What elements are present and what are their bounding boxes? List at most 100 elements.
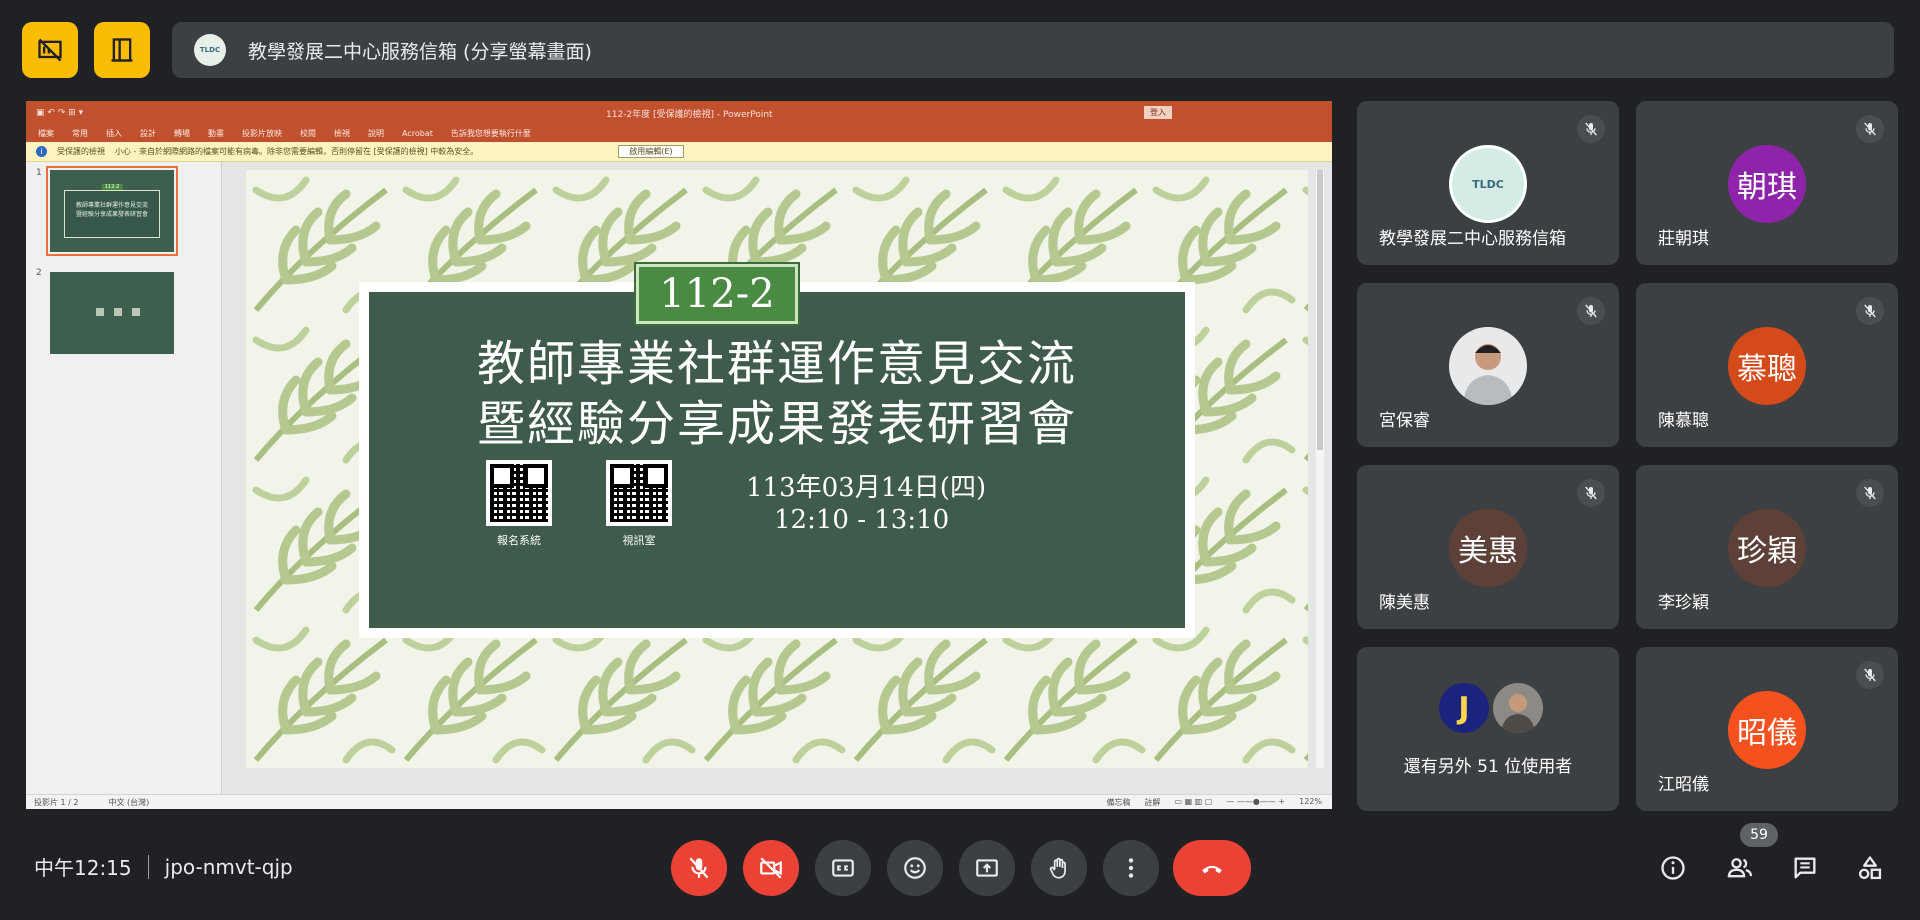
ppt-tab: 檢視: [334, 128, 350, 138]
info-icon: i: [36, 146, 47, 157]
protected-view-text: 小心 - 來自於網際網路的檔案可能有病毒。除非您需要編輯，否則停留在 [受保護的…: [115, 147, 479, 156]
more-participants-label: 還有另外 51 位使用者: [1403, 757, 1573, 777]
participant-tile[interactable]: 美惠 陳美惠: [1357, 465, 1619, 629]
present-off-icon: [38, 38, 62, 62]
clock: 中午12:15: [34, 856, 132, 880]
mic-off-icon: [1577, 115, 1605, 143]
ppt-tab: 校閱: [300, 128, 316, 138]
ppt-workspace: 1 教師專業社群運作意見交流 暨經驗分享成果發表研習會 112-2 2 112-…: [26, 162, 1332, 794]
slide-date-line1: 113年03月14日(四): [746, 473, 987, 503]
people-count-badge: 59: [1740, 823, 1778, 847]
slide-title: 教師專業社群運作意見交流 暨經驗分享成果發表研習會: [359, 334, 1195, 454]
ppt-quick-access: ▣ ↶ ↷ ⊞ ▾: [36, 107, 84, 118]
raise-hand-icon: [1049, 857, 1066, 879]
meeting-details-button[interactable]: [1655, 850, 1691, 886]
ppt-tab: 常用: [72, 128, 88, 138]
qr-registration: [486, 460, 552, 526]
people-button[interactable]: [1722, 850, 1758, 886]
present-button[interactable]: [959, 840, 1015, 896]
status-zoom: 122%: [1299, 796, 1322, 806]
participant-tile[interactable]: 慕聰 陳慕聰: [1636, 283, 1898, 447]
participant-avatar: 昭儀: [1728, 691, 1806, 769]
ppt-title-bar: ▣ ↶ ↷ ⊞ ▾ 112-2年度 [受保護的檢視] - PowerPoint …: [26, 101, 1332, 124]
mic-off-icon: [689, 857, 709, 879]
meeting-code: jpo-nmvt-qjp: [164, 854, 293, 879]
ppt-tab: 動畫: [208, 128, 224, 138]
activities-button[interactable]: [1852, 850, 1888, 886]
captions-button[interactable]: [815, 840, 871, 896]
slide-canvas: 112-2 教師專業社群運作意見交流 暨經驗分享成果發表研習會 報名系統 視訊室…: [246, 170, 1308, 768]
end-call-button[interactable]: [1173, 840, 1251, 896]
layout-button[interactable]: [94, 22, 150, 78]
raise-hand-button[interactable]: [1031, 840, 1087, 896]
hide-presentation-button[interactable]: [22, 22, 78, 78]
participant-tile[interactable]: TLDC 教學發展二中心服務信箱: [1357, 101, 1619, 265]
ppt-tab: 插入: [106, 128, 122, 138]
status-zoom-slider: — ——●—— +: [1226, 796, 1286, 806]
qr-video-room: [606, 460, 672, 526]
ppt-tab: 投影片放映: [242, 128, 282, 138]
slide-title-line1: 教師專業社群運作意見交流: [476, 336, 1077, 392]
status-slide-count: 投影片 1 / 2: [34, 797, 79, 807]
layout-icon: [111, 38, 133, 62]
participant-name: 陳美惠: [1379, 593, 1430, 613]
slide-date-line2: 12:10 - 13:10: [774, 505, 950, 535]
enable-editing-button: 啟用編輯(E): [618, 145, 684, 158]
mic-off-icon: [1856, 661, 1884, 689]
thumb-number: 1: [36, 168, 42, 178]
participant-name: 陳慕聰: [1658, 411, 1709, 431]
participant-tile[interactable]: 朝琪 莊朝琪: [1636, 101, 1898, 265]
participant-avatar: J: [1439, 683, 1489, 733]
more-options-button[interactable]: [1103, 840, 1159, 896]
ppt-ribbon-tabs: 檔案 常用 插入 設計 轉場 動畫 投影片放映 校閱 檢視 說明 Acrobat…: [26, 124, 1332, 142]
participant-tile[interactable]: 珍穎 李珍穎: [1636, 465, 1898, 629]
slide-title-line2: 暨經驗分享成果發表研習會: [476, 396, 1077, 452]
mic-off-icon: [1577, 479, 1605, 507]
person-photo: [1463, 344, 1513, 405]
slide-tag: 112-2: [636, 264, 798, 324]
thumb-tag: 112-2: [101, 184, 123, 190]
people-icon: [1727, 858, 1753, 878]
ppt-tab: Acrobat: [402, 128, 433, 138]
participant-name: 江昭儀: [1658, 775, 1709, 795]
status-language: 中文 (台灣): [108, 797, 150, 807]
ppt-tab: 說明: [368, 128, 384, 138]
more-participants-tile[interactable]: J 還有另外 51 位使用者: [1357, 647, 1619, 811]
protected-view-title: 受保護的檢視: [57, 147, 105, 156]
participant-name: 莊朝琪: [1658, 229, 1709, 249]
ppt-login: 登入: [1144, 106, 1172, 119]
participant-avatar: 美惠: [1449, 509, 1527, 587]
mic-off-icon: [1856, 479, 1884, 507]
info-icon: [1661, 856, 1685, 880]
present-screen-icon: [976, 859, 998, 877]
participant-photo-avatar: [1493, 683, 1543, 733]
end-call-icon: [1202, 865, 1222, 874]
participant-tile[interactable]: 宮保睿: [1357, 283, 1619, 447]
slide-scrollbar: [1316, 170, 1324, 768]
presenter-bar[interactable]: TLDC 教學發展二中心服務信箱 (分享螢幕畫面): [172, 22, 1894, 78]
status-comments: 註解: [1144, 797, 1161, 807]
slide-thumb-1: 教師專業社群運作意見交流 暨經驗分享成果發表研習會 112-2: [46, 166, 178, 256]
emoji-icon: [904, 857, 926, 879]
thumb-number: 2: [36, 268, 42, 278]
emoji-button[interactable]: [887, 840, 943, 896]
thumb-board: 教師專業社群運作意見交流 暨經驗分享成果發表研習會: [64, 190, 160, 238]
participant-tile[interactable]: 昭儀 江昭儀: [1636, 647, 1898, 811]
chat-button[interactable]: [1787, 850, 1823, 886]
qr-registration-label: 報名系統: [497, 534, 541, 547]
slide-date: 113年03月14日(四) 12:10 - 13:10: [746, 472, 1046, 536]
participant-avatar: 慕聰: [1728, 327, 1806, 405]
mic-button[interactable]: [671, 840, 727, 896]
participant-name: 宮保睿: [1379, 411, 1430, 431]
protected-view-bar: i 受保護的檢視 小心 - 來自於網際網路的檔案可能有病毒。除非您需要編輯，否則…: [26, 142, 1332, 162]
divider: [147, 854, 149, 879]
captions-icon: [832, 859, 854, 877]
mic-off-icon: [1577, 297, 1605, 325]
participant-avatar: 珍穎: [1728, 509, 1806, 587]
chat-icon: [1794, 857, 1816, 879]
ppt-tab: 轉場: [174, 128, 190, 138]
camera-button[interactable]: [743, 840, 799, 896]
participant-name: 教學發展二中心服務信箱: [1379, 229, 1566, 249]
participant-name: 李珍穎: [1658, 593, 1709, 613]
mic-off-icon: [1856, 297, 1884, 325]
